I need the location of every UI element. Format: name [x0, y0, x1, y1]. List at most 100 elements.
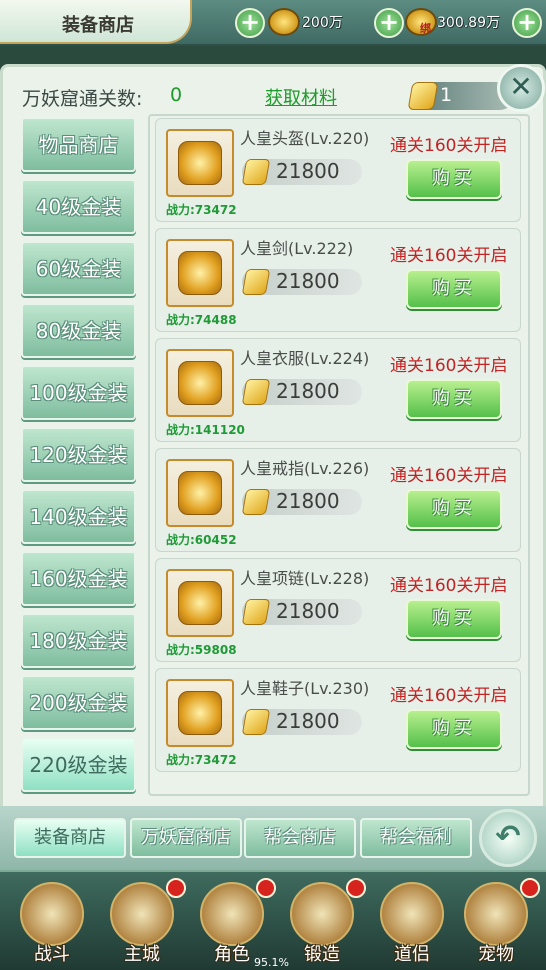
tab-guild-shop[interactable]: 帮会商店: [244, 818, 356, 858]
category-label: 40级金装: [35, 195, 122, 219]
item-name: 人皇戒指(Lv.226): [240, 459, 370, 478]
nav-label: 宠物: [478, 944, 514, 965]
notification-badge: [520, 878, 540, 898]
get-materials-link[interactable]: 获取材料: [265, 84, 337, 110]
category-item-goods[interactable]: 物品商店: [21, 117, 136, 172]
category-item-lv220[interactable]: 220级金装: [21, 737, 136, 792]
armor-icon: [166, 349, 234, 417]
category-label: 60级金装: [35, 257, 122, 281]
bound-tag: 绑: [420, 22, 431, 35]
item-power: 战力:73472: [166, 753, 237, 767]
page-title: 装备商店: [62, 15, 134, 36]
character-icon: [200, 882, 264, 946]
item-price: 21800: [276, 159, 340, 183]
category-item-lv80[interactable]: 80级金装: [21, 303, 136, 358]
coin-icon: [241, 599, 271, 625]
buy-button[interactable]: 购买: [406, 489, 502, 529]
companion-icon: [380, 882, 444, 946]
back-arrow-icon[interactable]: ↶: [479, 809, 537, 867]
list-item: 人皇剑(Lv.222) 21800 战力:74488 通关160关开启 购买: [155, 228, 521, 332]
tab-demon-cave-shop[interactable]: 万妖窟商店: [130, 818, 242, 858]
category-item-lv160[interactable]: 160级金装: [21, 551, 136, 606]
category-label: 100级金装: [29, 381, 128, 405]
category-item-lv60[interactable]: 60级金装: [21, 241, 136, 296]
category-label: 160级金装: [29, 567, 128, 591]
category-item-lv140[interactable]: 140级金装: [21, 489, 136, 544]
item-price: 21800: [276, 599, 340, 623]
necklace-icon: [166, 569, 234, 637]
item-power: 战力:60452: [166, 533, 237, 547]
add-more-button[interactable]: +: [512, 8, 542, 38]
nav-companion[interactable]: 道侣: [372, 878, 452, 965]
city-icon: [110, 882, 174, 946]
item-power: 战力:59808: [166, 643, 237, 657]
list-item: 人皇鞋子(Lv.230) 21800 战力:73472 通关160关开启 购买: [155, 668, 521, 772]
category-label: 220级金装: [29, 753, 128, 777]
list-item: 人皇项链(Lv.228) 21800 战力:59808 通关160关开启 购买: [155, 558, 521, 662]
token-coin-icon: [407, 82, 439, 110]
unlock-condition: 通关160关开启: [390, 576, 508, 596]
category-label: 物品商店: [38, 133, 119, 157]
bound-gold-amount: 300.89万: [437, 15, 500, 31]
nav-main-city[interactable]: 主城: [102, 878, 186, 965]
category-item-lv120[interactable]: 120级金装: [21, 427, 136, 482]
nav-battle[interactable]: 战斗: [12, 878, 92, 965]
unlock-condition: 通关160关开启: [390, 136, 508, 156]
sword-icon: [166, 239, 234, 307]
buy-button[interactable]: 购买: [406, 269, 502, 309]
pet-icon: [464, 882, 528, 946]
add-gold-button[interactable]: +: [235, 8, 265, 38]
battle-icon: [20, 882, 84, 946]
buy-button[interactable]: 购买: [406, 379, 502, 419]
loading-progress: 95.1%: [254, 956, 289, 969]
category-label: 200级金装: [29, 691, 128, 715]
coin-icon: [241, 379, 271, 405]
coin-icon: [241, 489, 271, 515]
category-label: 180级金装: [29, 629, 128, 653]
nav-label: 道侣: [394, 944, 430, 965]
shop-title-tab: 装备商店: [0, 0, 192, 44]
coin-icon: [241, 159, 271, 185]
buy-button[interactable]: 购买: [406, 599, 502, 639]
item-name: 人皇衣服(Lv.224): [240, 349, 370, 368]
item-power: 战力:73472: [166, 203, 237, 217]
category-item-lv40[interactable]: 40级金装: [21, 179, 136, 234]
top-bar: 装备商店 + 200万 + 绑 300.89万 +: [0, 0, 546, 46]
buy-button[interactable]: 购买: [406, 709, 502, 749]
tab-equipment-shop[interactable]: 装备商店: [14, 818, 126, 858]
nav-label: 锻造: [304, 944, 340, 965]
tab-guild-welfare[interactable]: 帮会福利: [360, 818, 472, 858]
clear-count-label: 万妖窟通关数:: [22, 88, 143, 110]
category-label: 80级金装: [35, 319, 122, 343]
boots-icon: [166, 679, 234, 747]
list-item: 人皇戒指(Lv.226) 21800 战力:60452 通关160关开启 购买: [155, 448, 521, 552]
unlock-condition: 通关160关开启: [390, 356, 508, 376]
buy-button[interactable]: 购买: [406, 159, 502, 199]
category-label: 140级金装: [29, 505, 128, 529]
item-price: 21800: [276, 379, 340, 403]
gold-ingot-icon: [268, 8, 300, 36]
add-bound-gold-button[interactable]: +: [374, 8, 404, 38]
close-icon[interactable]: ✕: [497, 64, 545, 112]
item-price: 21800: [276, 709, 340, 733]
unlock-condition: 通关160关开启: [390, 246, 508, 266]
category-item-lv200[interactable]: 200级金装: [21, 675, 136, 730]
category-item-lv180[interactable]: 180级金装: [21, 613, 136, 668]
nav-character[interactable]: 角色: [192, 878, 276, 965]
item-power: 战力:141120: [166, 423, 245, 437]
item-name: 人皇头盔(Lv.220): [240, 129, 370, 148]
clear-count-value: 0: [170, 84, 183, 106]
item-price: 21800: [276, 269, 340, 293]
nav-label: 战斗: [34, 944, 70, 965]
gold-amount: 200万: [302, 15, 343, 31]
item-power: 战力:74488: [166, 313, 237, 327]
unlock-condition: 通关160关开启: [390, 686, 508, 706]
category-item-lv100[interactable]: 100级金装: [21, 365, 136, 420]
nav-pet[interactable]: 宠物: [456, 878, 540, 965]
nav-forge[interactable]: 锻造: [282, 878, 366, 965]
helmet-icon: [166, 129, 234, 197]
list-item: 人皇衣服(Lv.224) 21800 战力:141120 通关160关开启 购买: [155, 338, 521, 442]
category-label: 120级金装: [29, 443, 128, 467]
forge-icon: [290, 882, 354, 946]
ring-icon: [166, 459, 234, 527]
